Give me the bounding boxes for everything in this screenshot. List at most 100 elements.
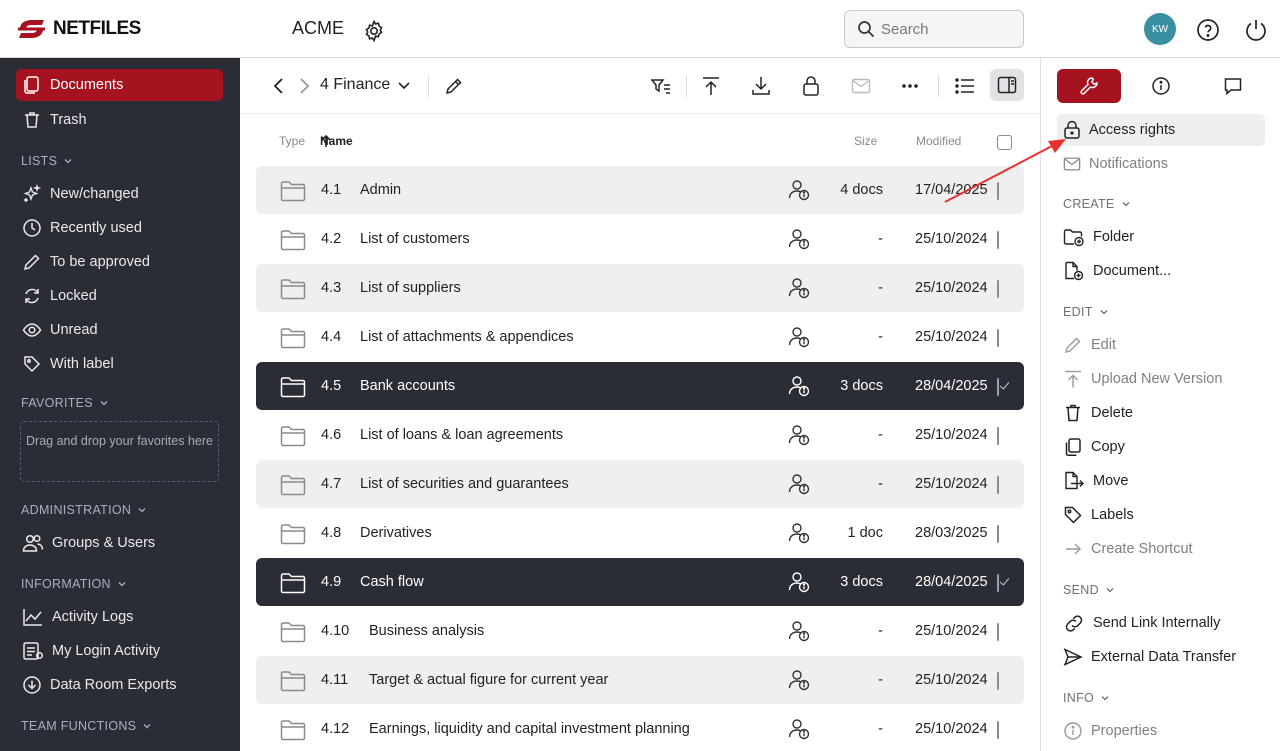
action-external-data-transfer[interactable]: External Data Transfer xyxy=(1057,641,1265,673)
row-checkbox[interactable] xyxy=(997,329,999,347)
row-name[interactable]: Earnings, liquidity and capital investme… xyxy=(369,721,690,737)
sidebar-item-unread[interactable]: Unread xyxy=(16,314,223,346)
table-row[interactable]: 4.10 Business analysis - 25/10/2024 xyxy=(256,607,1024,655)
row-checkbox[interactable] xyxy=(997,476,999,494)
toggle-panel-button[interactable] xyxy=(990,69,1024,101)
table-row[interactable]: 4.7 List of securities and guarantees - 25/… xyxy=(256,460,1024,508)
table-row[interactable]: 4.11 Target & actual figure for current y… xyxy=(256,656,1024,704)
row-checkbox[interactable] xyxy=(997,721,999,739)
row-name[interactable]: Target & actual figure for current year xyxy=(369,672,608,688)
row-checkbox[interactable] xyxy=(997,623,999,641)
row-name[interactable]: Business analysis xyxy=(369,623,484,639)
row-name[interactable]: List of customers xyxy=(360,231,470,247)
sidebar-item-login-activity[interactable]: My Login Activity xyxy=(16,635,223,667)
information-section-toggle[interactable]: INFORMATION xyxy=(21,577,127,591)
user-permission-icon[interactable] xyxy=(787,472,811,496)
settings-button[interactable] xyxy=(362,19,386,43)
favorites-section-toggle[interactable]: FAVORITES xyxy=(21,396,109,410)
sidebar-item-activity-logs[interactable]: Activity Logs xyxy=(16,601,223,633)
action-access-rights[interactable]: Access rights xyxy=(1057,114,1265,146)
upload-button[interactable] xyxy=(701,75,721,97)
forward-button[interactable] xyxy=(298,77,310,95)
current-folder-dropdown[interactable]: 4 Finance xyxy=(320,76,412,94)
lists-section-toggle[interactable]: LISTS xyxy=(21,154,73,168)
send-section-toggle[interactable]: SEND xyxy=(1063,583,1115,597)
user-permission-icon[interactable] xyxy=(787,178,811,202)
table-row[interactable]: 4.5 Bank accounts 3 docs 28/04/2025 xyxy=(256,362,1024,410)
action-copy[interactable]: Copy xyxy=(1057,431,1265,463)
action-edit[interactable]: Edit xyxy=(1057,329,1265,361)
row-name[interactable]: List of securities and guarantees xyxy=(360,476,569,492)
action-create-shortcut[interactable]: Create Shortcut xyxy=(1057,533,1265,565)
table-row[interactable]: 4.1 Admin 4 docs 17/04/2025 xyxy=(256,166,1024,214)
help-button[interactable] xyxy=(1196,18,1220,42)
table-row[interactable]: 4.3 List of suppliers - 25/10/2024 xyxy=(256,264,1024,312)
row-checkbox[interactable] xyxy=(997,672,999,690)
logo[interactable]: NETFILES xyxy=(16,17,141,41)
row-name[interactable]: Admin xyxy=(360,182,401,198)
column-size[interactable]: Size xyxy=(854,134,877,148)
action-create-folder[interactable]: Folder xyxy=(1057,221,1265,253)
table-row[interactable]: 4.9 Cash flow 3 docs 28/04/2025 xyxy=(256,558,1024,606)
sidebar-item-groups-users[interactable]: Groups & Users xyxy=(16,527,223,559)
list-view-button[interactable] xyxy=(955,77,975,95)
avatar[interactable]: KW xyxy=(1144,13,1176,45)
user-permission-icon[interactable] xyxy=(787,227,811,251)
user-permission-icon[interactable] xyxy=(787,374,811,398)
tab-comments[interactable] xyxy=(1201,69,1265,103)
sidebar-item-with-label[interactable]: With label xyxy=(16,348,223,380)
action-delete[interactable]: Delete xyxy=(1057,397,1265,429)
column-type[interactable]: Type xyxy=(279,134,305,148)
action-notifications[interactable]: Notifications xyxy=(1057,148,1265,180)
rename-button[interactable] xyxy=(444,76,464,96)
back-button[interactable] xyxy=(273,77,285,95)
select-all-checkbox[interactable] xyxy=(997,135,1012,150)
search-box[interactable] xyxy=(844,10,1024,48)
tab-actions[interactable] xyxy=(1057,69,1121,103)
download-button[interactable] xyxy=(751,75,771,97)
column-modified[interactable]: Modified xyxy=(916,134,961,148)
sidebar-item-data-room-exports[interactable]: Data Room Exports xyxy=(16,669,223,701)
favorites-drop-zone[interactable]: Drag and drop your favorites here xyxy=(20,421,219,482)
user-permission-icon[interactable] xyxy=(787,570,811,594)
sidebar-item-recently-used[interactable]: Recently used xyxy=(16,212,223,244)
action-send-link-internally[interactable]: Send Link Internally xyxy=(1057,607,1265,639)
user-permission-icon[interactable] xyxy=(787,325,811,349)
create-section-toggle[interactable]: CREATE xyxy=(1063,197,1131,211)
action-labels[interactable]: Labels xyxy=(1057,499,1265,531)
sidebar-item-to-be-approved[interactable]: To be approved xyxy=(16,246,223,278)
user-permission-icon[interactable] xyxy=(787,717,811,741)
column-name[interactable]: Name xyxy=(320,134,353,148)
row-checkbox[interactable] xyxy=(997,378,999,396)
row-name[interactable]: List of suppliers xyxy=(360,280,461,296)
sidebar-item-new-changed[interactable]: New/changed xyxy=(16,178,223,210)
action-create-document[interactable]: Document... xyxy=(1057,255,1265,287)
sidebar-item-locked[interactable]: Locked xyxy=(16,280,223,312)
row-name[interactable]: Cash flow xyxy=(360,574,424,590)
lock-button[interactable] xyxy=(802,75,820,97)
email-button[interactable] xyxy=(851,78,871,94)
table-row[interactable]: 4.12 Earnings, liquidity and capital inve… xyxy=(256,705,1024,751)
user-permission-icon[interactable] xyxy=(787,276,811,300)
search-input[interactable] xyxy=(881,20,1011,38)
info-section-toggle[interactable]: INFO xyxy=(1063,691,1110,705)
team-functions-section-toggle[interactable]: TEAM FUNCTIONS xyxy=(21,719,152,733)
row-checkbox[interactable] xyxy=(997,182,999,200)
more-button[interactable] xyxy=(901,83,919,89)
logout-button[interactable] xyxy=(1244,18,1268,42)
row-name[interactable]: Derivatives xyxy=(360,525,432,541)
row-checkbox[interactable] xyxy=(997,427,999,445)
filter-button[interactable] xyxy=(651,76,671,96)
action-upload-new-version[interactable]: Upload New Version xyxy=(1057,363,1265,395)
row-name[interactable]: List of loans & loan agreements xyxy=(360,427,563,443)
row-checkbox[interactable] xyxy=(997,280,999,298)
user-permission-icon[interactable] xyxy=(787,521,811,545)
user-permission-icon[interactable] xyxy=(787,423,811,447)
row-checkbox[interactable] xyxy=(997,231,999,249)
table-row[interactable]: 4.6 List of loans & loan agreements - 25/10… xyxy=(256,411,1024,459)
table-row[interactable]: 4.2 List of customers - 25/10/2024 xyxy=(256,215,1024,263)
row-checkbox[interactable] xyxy=(997,574,999,592)
action-move[interactable]: Move xyxy=(1057,465,1265,497)
sidebar-item-trash[interactable]: Trash xyxy=(16,104,223,136)
row-name[interactable]: Bank accounts xyxy=(360,378,455,394)
